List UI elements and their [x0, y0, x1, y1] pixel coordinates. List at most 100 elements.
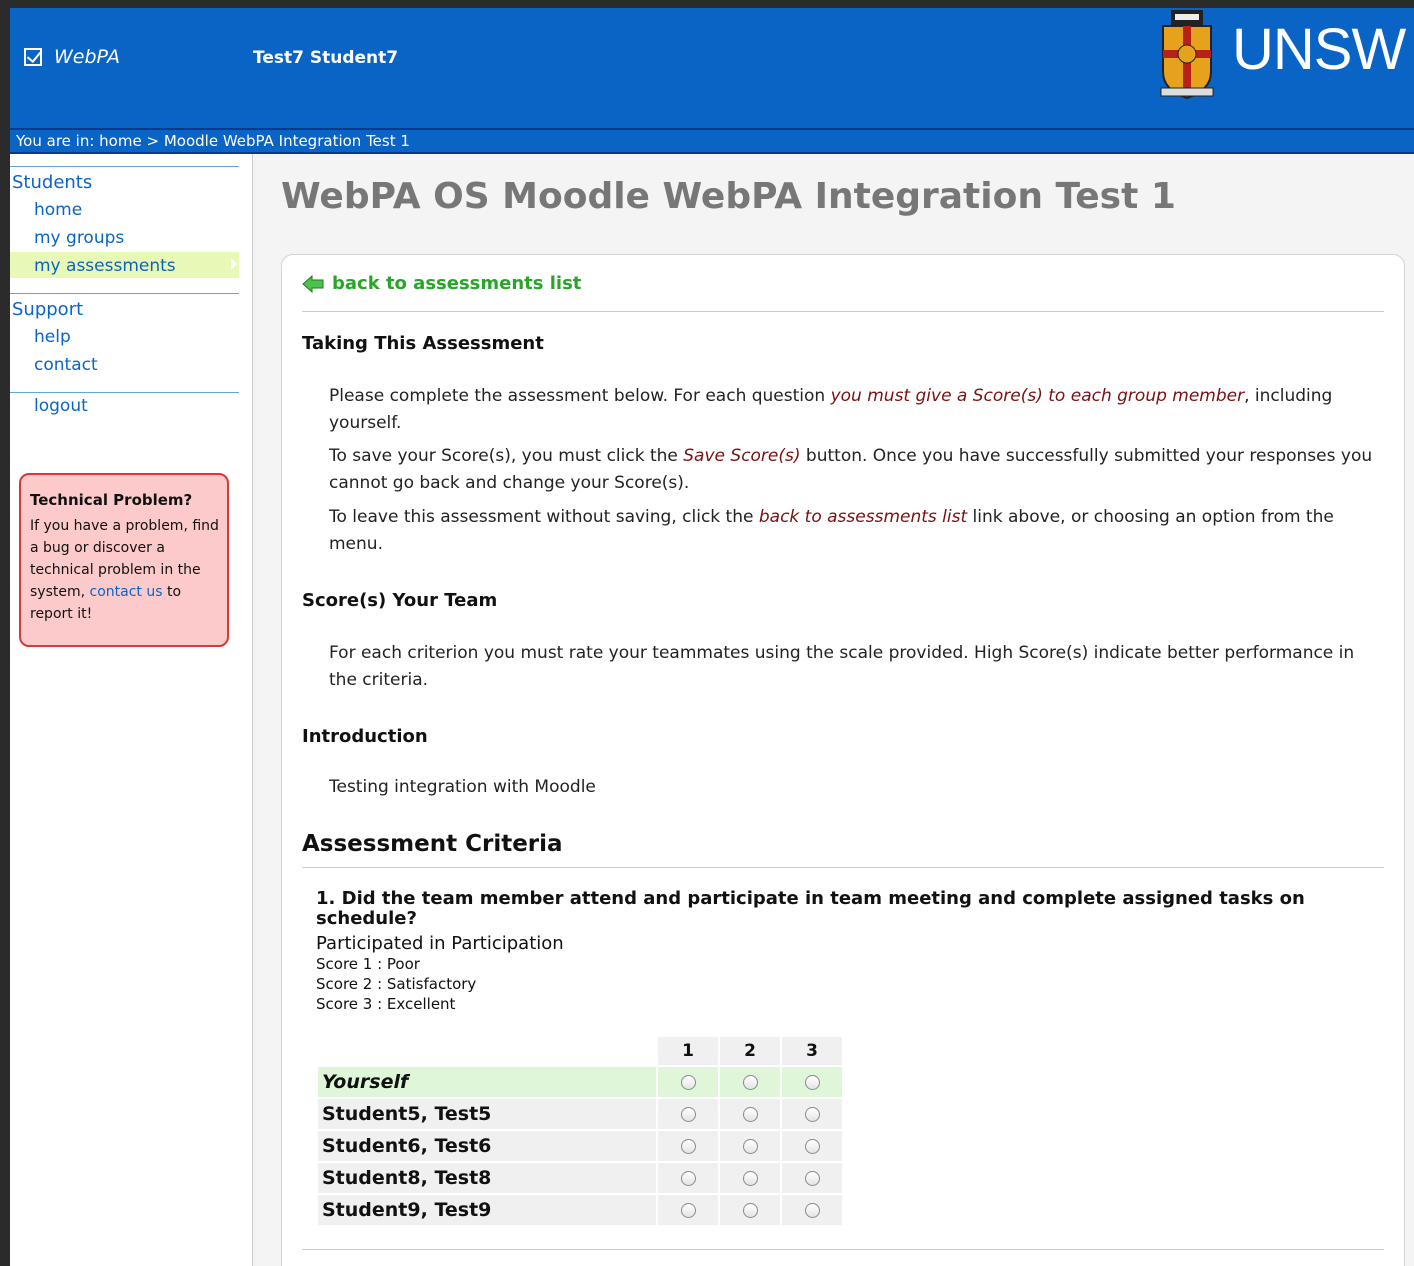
score-cell [782, 1099, 842, 1129]
question-text: 1. Did the team member attend and partic… [316, 888, 1305, 929]
sidebar-item-logout[interactable]: logout [34, 396, 88, 416]
score-radio[interactable] [680, 1107, 696, 1122]
breadcrumb: You are in: home > Moodle WebPA Integrat… [10, 128, 1414, 154]
sidebar-divider [10, 166, 239, 167]
score-cell [658, 1131, 718, 1161]
score-cell [720, 1099, 780, 1129]
score-radio[interactable] [742, 1107, 758, 1122]
divider [302, 867, 1384, 868]
sidebar-item-my-groups[interactable]: my groups [34, 228, 124, 248]
section-heading-taking: Taking This Assessment [302, 333, 544, 354]
score-radio[interactable] [742, 1203, 758, 1218]
app-logo[interactable]: WebPA [24, 46, 120, 68]
score-cell [782, 1195, 842, 1225]
score-legend-2: Score 2 : Satisfactory [316, 975, 477, 993]
p3-emphasis: back to assessments list [758, 507, 968, 527]
score-paragraph: For each criterion you must rate your te… [329, 643, 1355, 690]
breadcrumb-home-link[interactable]: home [99, 132, 142, 150]
score-radio[interactable] [804, 1139, 820, 1154]
page-title: WebPA OS Moodle WebPA Integration Test 1 [281, 176, 1176, 217]
score-cell [720, 1131, 780, 1161]
sidebar-divider [10, 293, 239, 294]
breadcrumb-current: Moodle WebPA Integration Test 1 [163, 132, 410, 150]
score-radio[interactable] [804, 1075, 820, 1090]
sidebar-item-home[interactable]: home [34, 200, 82, 220]
p2-emphasis: Save Score(s) [683, 446, 801, 466]
score-cell [658, 1195, 718, 1225]
score-radio[interactable] [742, 1171, 758, 1186]
app-name: WebPA [54, 46, 121, 68]
checkbox-icon [24, 48, 42, 66]
member-name: Yourself [318, 1067, 656, 1097]
divider [302, 1249, 1384, 1250]
member-name: Student8, Test8 [318, 1163, 656, 1193]
member-name: Student5, Test5 [318, 1099, 656, 1129]
unsw-wordmark: UNSW [1232, 17, 1406, 82]
score-legend-1: Score 1 : Poor [316, 955, 420, 973]
score-radio[interactable] [742, 1075, 758, 1090]
unsw-crest-icon [1160, 10, 1214, 100]
instruction-paragraph-3: To leave this assessment without saving,… [329, 504, 1379, 558]
section-heading-score: Score(s) Your Team [302, 590, 498, 611]
p2-text: To save your Score(s), you must click th… [329, 446, 684, 466]
sidebar-item-help[interactable]: help [34, 327, 71, 347]
score-table-header: 1 2 3 [318, 1037, 842, 1065]
member-name: Student9, Test9 [318, 1195, 656, 1225]
back-to-assessments-link[interactable]: back to assessments list [302, 273, 581, 294]
section-heading-introduction: Introduction [302, 726, 428, 747]
instruction-paragraph-2: To save your Score(s), you must click th… [329, 443, 1379, 497]
member-name: Student6, Test6 [318, 1131, 656, 1161]
instruction-paragraph-1: Please complete the assessment below. Fo… [329, 383, 1379, 437]
introduction-paragraph: Testing integration with Moodle [329, 777, 596, 797]
score-cell [782, 1067, 842, 1097]
table-row: Yourself [318, 1067, 842, 1097]
technical-problem-title: Technical Problem? [30, 491, 193, 509]
p3-text: To leave this assessment without saving,… [329, 507, 759, 527]
score-radio[interactable] [680, 1171, 696, 1186]
back-arrow-icon [302, 274, 324, 293]
score-radio[interactable] [742, 1139, 758, 1154]
score-radio[interactable] [804, 1171, 820, 1186]
score-cell [658, 1099, 718, 1129]
table-row: Student6, Test6 [318, 1131, 842, 1161]
sidebar-heading-support: Support [12, 299, 84, 320]
score-radio[interactable] [804, 1107, 820, 1122]
p1-emphasis: you must give a Score(s) to each group m… [830, 386, 1245, 406]
header-bar: WebPA Test7 Student7 UNSW [10, 8, 1414, 128]
header-blank [318, 1037, 656, 1065]
column-header: 2 [720, 1037, 780, 1065]
score-radio[interactable] [804, 1203, 820, 1218]
score-legend-3: Score 3 : Excellent [316, 995, 456, 1013]
breadcrumb-separator: > [146, 132, 160, 150]
main-content: WebPA OS Moodle WebPA Integration Test 1… [253, 154, 1414, 1266]
sidebar: Students home my groups my assessments S… [10, 154, 253, 1266]
score-radio[interactable] [680, 1075, 696, 1090]
score-cell [782, 1131, 842, 1161]
breadcrumb-prefix: You are in: [16, 132, 95, 150]
technical-problem-box: Technical Problem? If you have a problem… [19, 473, 229, 647]
question-subtitle: Participated in Participation [316, 933, 564, 954]
sidebar-item-my-assessments[interactable]: my assessments [34, 256, 176, 276]
assessment-panel: back to assessments list Taking This Ass… [281, 254, 1405, 1266]
table-row: Student9, Test9 [318, 1195, 842, 1225]
score-cell [720, 1195, 780, 1225]
sidebar-heading-students: Students [12, 172, 93, 193]
contact-us-link[interactable]: contact us [90, 584, 163, 600]
score-radio[interactable] [680, 1203, 696, 1218]
score-cell [782, 1163, 842, 1193]
arrow-right-icon [231, 258, 237, 270]
column-header: 3 [782, 1037, 842, 1065]
score-cell [720, 1163, 780, 1193]
score-table: 1 2 3 Yourself Student5, Test5 Student6,… [316, 1035, 844, 1227]
sidebar-item-contact[interactable]: contact [34, 355, 98, 375]
score-radio[interactable] [680, 1139, 696, 1154]
user-name: Test7 Student7 [253, 48, 399, 68]
table-row: Student5, Test5 [318, 1099, 842, 1129]
score-cell [658, 1067, 718, 1097]
divider [302, 311, 1384, 312]
assessment-criteria-heading: Assessment Criteria [302, 831, 563, 857]
webpa-window: WebPA Test7 Student7 UNSW You are in: ho… [10, 8, 1414, 1266]
back-link-label: back to assessments list [332, 273, 582, 294]
p1-text: Please complete the assessment below. Fo… [329, 386, 831, 406]
sidebar-divider [10, 392, 239, 393]
